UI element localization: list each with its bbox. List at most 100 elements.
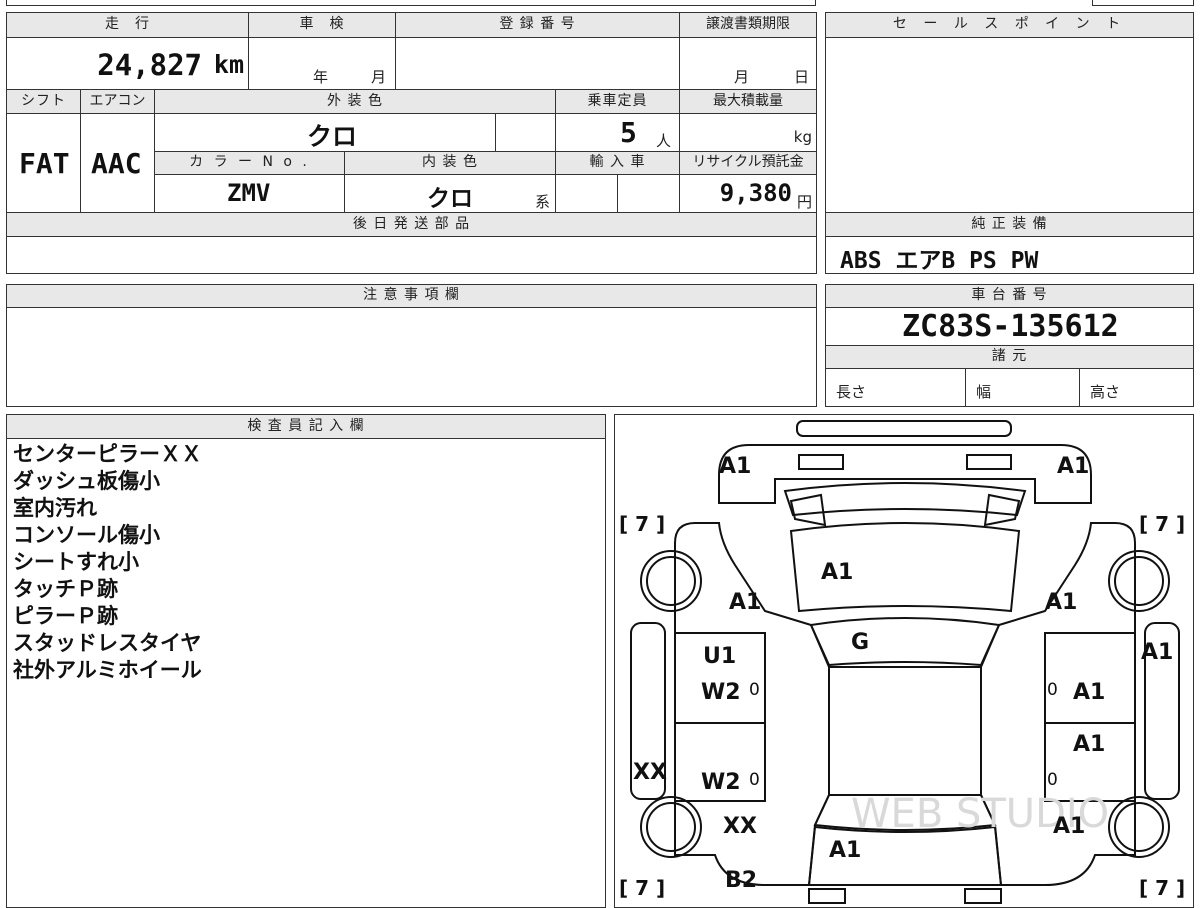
top-strip-right [1092,0,1194,6]
inspector-note: 社外アルミホイール [13,658,202,682]
equipment-value: ABS エアB PS PW [840,248,1039,274]
tire-rear-left [640,796,702,858]
tire-front-left-inner [646,556,696,606]
car-diagram-box: WEB STUDIO [ 7 ] [ 7 ] [ 7 ] [ 7 ] A1 A1… [614,414,1194,908]
registration-label: 登 録 番 号 [395,12,680,38]
right-front-door [1044,632,1136,724]
aircon-cell: AAC [80,113,155,213]
registration-cell [395,37,680,90]
code-rear-bumper: B2 [725,868,757,893]
width-cell: 幅 [965,368,1080,407]
code-rear-door-right: A1 [1073,732,1105,757]
max-load-cell: kg [679,113,817,152]
shift-label: シフト [6,89,81,114]
code-hood: A1 [821,560,853,585]
code-rear-door-left-0: 0 [749,770,760,790]
aircon-label: エアコン [80,89,155,114]
sales-point-cell [825,37,1194,213]
code-right-pillar: A1 [1141,640,1173,665]
tire-label-front-right: [ 7 ] [1139,512,1185,536]
rear-bumper-right [964,888,1002,904]
code-windshield: G [851,630,869,655]
code-fender-left: A1 [729,590,761,615]
max-load-unit: kg [793,128,812,146]
inspector-note: センターピラーＸＸ [13,442,202,466]
import-label: 輸 入 車 [555,151,680,175]
exterior-color-label: 外 装 色 [154,89,556,114]
transfer-day-unit: 日 [794,68,810,86]
tire-front-right-inner [1114,556,1164,606]
recycle-label: リサイクル預託金 [679,151,817,175]
windshield [809,617,1001,667]
length-cell: 長さ [825,368,966,407]
car-diagram: WEB STUDIO [ 7 ] [ 7 ] [ 7 ] [ 7 ] A1 A1… [619,420,1185,904]
code-front-door-left-1: U1 [703,644,736,669]
aircon-value: AAC [91,147,142,180]
import-cell-1 [555,174,618,213]
code-front-door-left-0: 0 [749,680,760,700]
width-label: 幅 [976,383,992,401]
code-front-right: A1 [1057,454,1089,479]
code-tailgate: A1 [829,838,861,863]
capacity-unit: 人 [656,132,672,150]
transfer-month-unit: 月 [734,68,750,86]
later-parts-label: 後 日 発 送 部 品 [6,212,817,237]
inspector-note: ダッシュ板傷小 [13,469,160,493]
tire-front-right [1108,550,1170,612]
tire-label-rear-right: [ 7 ] [1139,876,1185,900]
notes-cell [6,307,817,407]
tire-label-rear-left: [ 7 ] [619,876,665,900]
equipment-cell: ABS エアB PS PW [825,236,1194,274]
left-headlight [798,454,844,470]
front-body [718,444,1092,504]
interior-color-label: 内 装 色 [344,151,556,175]
code-rear-left: XX [723,814,757,839]
tire-rear-right [1108,796,1170,858]
color-no-cell: ZMV [154,174,345,213]
code-fender-right: A1 [1045,590,1077,615]
code-rear-door-right-0: 0 [1047,770,1058,790]
recycle-unit: 円 [796,193,812,211]
inspector-note: タッチＰ跡 [13,577,118,601]
height-cell: 高さ [1079,368,1194,407]
rear-bumper-left [808,888,846,904]
code-front-door-left-2: W2 [701,680,741,705]
shift-value: FAT [19,147,70,180]
mileage-unit: km [213,50,244,79]
inspector-note: 室内汚れ [13,496,97,520]
shift-cell: FAT [6,113,81,213]
recycle-cell: 9,380 円 [679,174,817,213]
sales-point-label: セ ー ル ス ポ イ ン ト [825,12,1194,38]
tire-label-front-left: [ 7 ] [619,512,665,536]
tire-rear-left-inner [646,802,696,852]
front-bumper [796,420,1012,437]
notes-label: 注 意 事 項 欄 [6,284,817,308]
color-no-label: カ ラ ー N o . [154,151,345,175]
import-cell-2 [617,174,680,213]
interior-color-value: クロ [427,186,473,212]
height-label: 高さ [1090,383,1121,401]
mileage-label: 走 行 [6,12,249,38]
inspector-note: シートすれ小 [13,550,139,574]
inspector-label: 検 査 員 記 入 欄 [6,414,606,439]
interior-color-suffix: 系 [535,193,551,211]
tire-front-left [640,550,702,612]
specs-label: 諸 元 [825,345,1194,369]
recycle-value: 9,380 [719,179,792,207]
code-rear-door-left: W2 [701,770,741,795]
tire-rear-right-inner [1114,802,1164,852]
right-headlight [966,454,1012,470]
chassis-label: 車 台 番 号 [825,284,1194,308]
code-front-door-right: A1 [1073,680,1105,705]
later-parts-cell [6,236,817,274]
inspection-year-unit: 年 [313,68,329,86]
code-left-side: XX [633,760,667,785]
capacity-label: 乗車定員 [555,89,680,114]
chassis-cell: ZC83S-135612 [825,307,1194,346]
length-label: 長さ [836,383,867,401]
exterior-color-cell: クロ [154,113,496,152]
code-front-door-right-0: 0 [1047,680,1058,700]
inspection-label: 車 検 [248,12,396,38]
transfer-deadline-cell: 月 日 [679,37,817,90]
inspection-cell: 年 月 [248,37,396,90]
